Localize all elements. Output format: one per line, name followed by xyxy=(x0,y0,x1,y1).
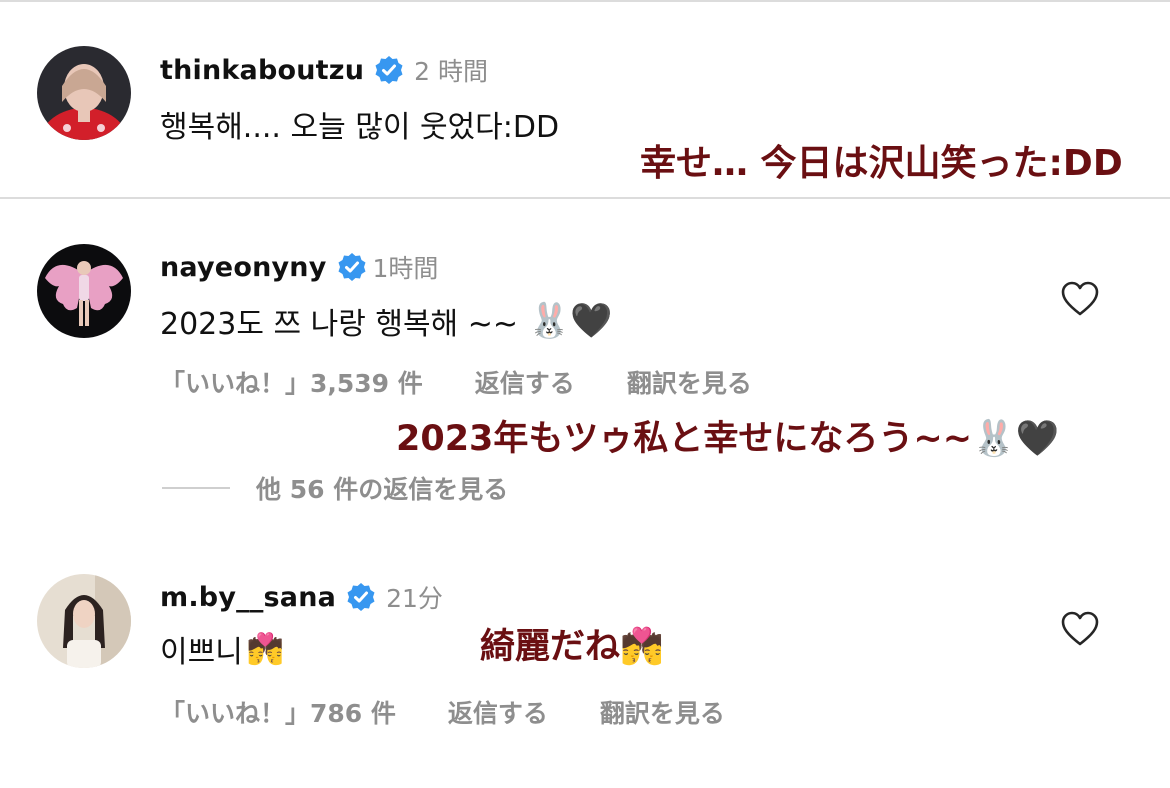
comment-body: 이쁘니 💏 xyxy=(160,626,284,672)
translation-overlay: 綺麗だね💏 xyxy=(480,627,664,667)
timestamp: 2 時間 xyxy=(414,57,488,86)
rabbit-heart-emoji: 🐰🖤 xyxy=(527,301,613,341)
comment-text: 행복해.... 오늘 많이 웃었다:DD xyxy=(160,110,560,145)
replies-line xyxy=(162,487,230,489)
see-translation-button[interactable]: 翻訳を見る xyxy=(600,694,725,730)
heart-like-icon[interactable] xyxy=(1061,611,1099,647)
comment-header: nayeonyny 1時間 xyxy=(160,247,438,287)
reply-button[interactable]: 返信する xyxy=(475,364,575,400)
comment-actions: 「いいね！」786 件 返信する 翻訳を見る xyxy=(160,694,777,730)
verified-badge-icon xyxy=(346,582,376,612)
see-translation-button[interactable]: 翻訳を見る xyxy=(627,364,752,400)
username[interactable]: m.by__sana xyxy=(160,582,336,613)
translation-overlay: 幸せ… 今日は沢山笑った:DD xyxy=(640,143,1123,184)
kiss-emoji: 💏 xyxy=(246,631,285,667)
avatar-m-by-sana[interactable] xyxy=(37,574,131,668)
username[interactable]: nayeonyny xyxy=(160,252,327,283)
translation-overlay: 2023年もツゥ私と幸せになろう~~🐰🖤 xyxy=(396,419,1060,459)
avatar-nayeonyny[interactable] xyxy=(37,244,131,338)
username[interactable]: thinkaboutzu xyxy=(160,55,364,86)
view-replies-label[interactable]: 他 56 件の返信を見る xyxy=(256,470,508,506)
likes-count[interactable]: 「いいね！」786 件 xyxy=(160,694,396,730)
section-divider xyxy=(0,197,1170,199)
avatar-thinkaboutzu[interactable] xyxy=(37,46,131,140)
top-divider xyxy=(0,0,1170,2)
comment-text: 2023도 쯔 나랑 행복해 ~~ xyxy=(160,307,518,342)
timestamp: 21分 xyxy=(386,584,443,613)
comment-text: 이쁘니 xyxy=(160,635,243,670)
view-replies[interactable]: 他 56 件の返信を見る xyxy=(162,470,508,506)
comment-body: 2023도 쯔 나랑 행복해 ~~ 🐰🖤 xyxy=(160,298,613,344)
likes-count[interactable]: 「いいね！」3,539 件 xyxy=(160,364,423,400)
verified-badge-icon xyxy=(374,55,404,85)
timestamp: 1時間 xyxy=(372,254,439,283)
comment-actions: 「いいね！」3,539 件 返信する 翻訳を見る xyxy=(160,364,804,400)
verified-badge-icon xyxy=(337,252,367,282)
heart-like-icon[interactable] xyxy=(1061,281,1099,317)
comment-header: thinkaboutzu 2 時間 xyxy=(160,50,488,90)
comment-header: m.by__sana 21分 xyxy=(160,577,443,617)
reply-button[interactable]: 返信する xyxy=(448,694,548,730)
